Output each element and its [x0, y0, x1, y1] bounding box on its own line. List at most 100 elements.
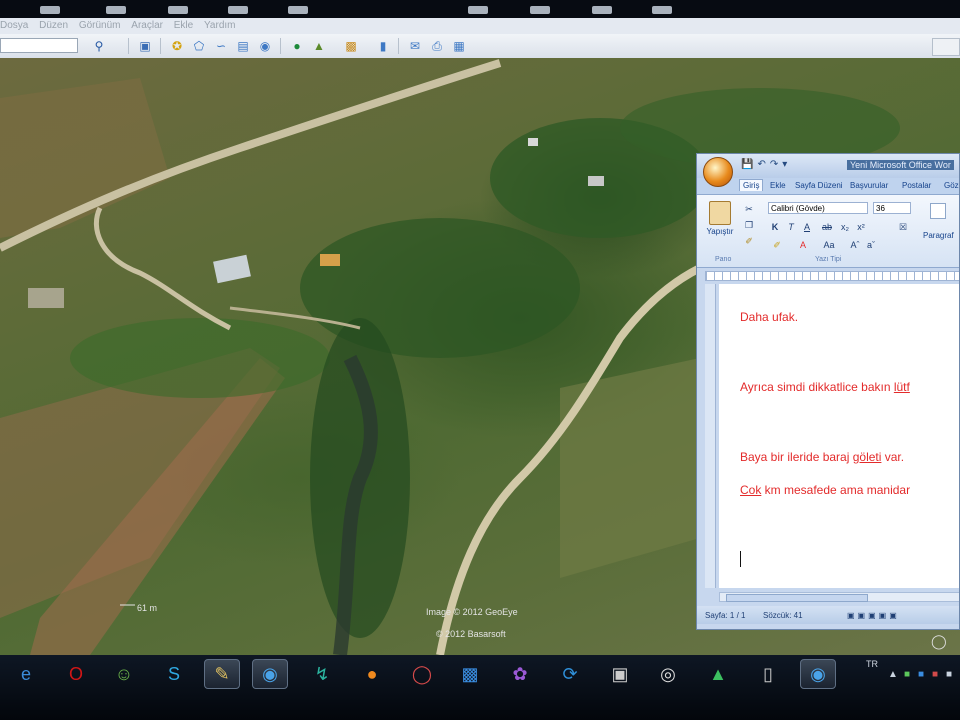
messenger-icon[interactable]: ☺: [106, 659, 142, 689]
phone-icon[interactable]: ▯: [750, 659, 786, 689]
word-titlebar[interactable]: 💾↶↷▾ Yeni Microsoft Office Wor: [697, 154, 959, 178]
vertical-ruler[interactable]: [705, 284, 716, 588]
misspelled-word: lütf: [893, 380, 910, 394]
planets-icon[interactable]: ▩: [342, 37, 360, 55]
record-tour-icon[interactable]: ◉: [256, 37, 274, 55]
window-tab[interactable]: [228, 6, 248, 14]
toolbar-right-button[interactable]: [932, 38, 960, 56]
tab-mailings[interactable]: Postalar: [899, 180, 934, 191]
window-tab[interactable]: [106, 6, 126, 14]
tray-arrow-icon[interactable]: ▲: [888, 669, 898, 680]
superscript-button[interactable]: x²: [855, 221, 867, 233]
earth-icon[interactable]: ●: [288, 37, 306, 55]
tab-review[interactable]: Gözden: [941, 180, 959, 191]
sun-icon[interactable]: ▲: [310, 37, 328, 55]
font-name-select[interactable]: Calibri (Gövde): [768, 202, 868, 214]
email-icon[interactable]: ✉: [406, 37, 424, 55]
chrome-icon[interactable]: ◎: [650, 659, 686, 689]
menu-item-view[interactable]: Görünüm: [79, 20, 121, 31]
tray-language[interactable]: TR: [866, 659, 878, 669]
tab-references[interactable]: Başvurular: [847, 180, 891, 191]
menu-item-add[interactable]: Ekle: [174, 20, 193, 31]
print-icon[interactable]: ⎙: [428, 37, 446, 55]
record-icon[interactable]: ◯: [404, 659, 440, 689]
teamviewer-icon[interactable]: ▩: [452, 659, 488, 689]
sync-icon[interactable]: ⟳: [552, 659, 588, 689]
strikethrough-button[interactable]: ab: [821, 221, 833, 233]
tray-app-icon[interactable]: ■: [918, 669, 924, 680]
window-tab[interactable]: [288, 6, 308, 14]
spiral-icon[interactable]: ✿: [502, 659, 538, 689]
tray-app-icon[interactable]: ■: [946, 669, 952, 680]
orange-app-icon[interactable]: ●: [354, 659, 390, 689]
google-earth-icon[interactable]: ◉: [800, 659, 836, 689]
tab-insert[interactable]: Ekle: [767, 180, 789, 191]
font-color-icon[interactable]: A: [797, 239, 809, 251]
map-field: [560, 358, 700, 578]
shrink-font-icon[interactable]: aˇ: [865, 239, 877, 251]
clear-format-icon[interactable]: ☒: [897, 221, 909, 233]
polygon-icon[interactable]: ⬠: [190, 37, 208, 55]
maps-icon[interactable]: ▦: [450, 37, 468, 55]
opera-icon[interactable]: O: [58, 659, 94, 689]
paragraph-button[interactable]: Paragraf: [923, 203, 954, 245]
tab-page-layout[interactable]: Sayfa Düzeni: [792, 180, 846, 191]
tray-app-icon[interactable]: ■: [932, 669, 938, 680]
office-button-icon[interactable]: [703, 157, 733, 187]
document-line: Cok km mesafede ama manidar: [740, 483, 910, 497]
horizontal-scrollbar[interactable]: [719, 592, 959, 602]
status-word-count[interactable]: Sözcük: 41: [763, 611, 803, 620]
window-tab[interactable]: [168, 6, 188, 14]
subscript-button[interactable]: x₂: [839, 221, 851, 233]
font-size-select[interactable]: 36: [873, 202, 911, 214]
document-line: Ayrıca simdi dikkatlice bakın lütf: [740, 380, 910, 394]
grow-font-icon[interactable]: Aˆ: [849, 239, 861, 251]
window-tab[interactable]: [468, 6, 488, 14]
view-buttons-icon[interactable]: ▣▣▣▣▣: [847, 611, 900, 620]
change-case-icon[interactable]: Aa: [823, 239, 835, 251]
navigation-ring-icon[interactable]: ◯: [931, 633, 951, 649]
skype-icon[interactable]: S: [156, 659, 192, 689]
underline-button[interactable]: A: [801, 221, 813, 233]
triangle-app-icon[interactable]: ▲: [700, 659, 736, 689]
menu-item-tools[interactable]: Araçlar: [131, 20, 163, 31]
window-tab[interactable]: [652, 6, 672, 14]
word-window[interactable]: 💾↶↷▾ Yeni Microsoft Office Wor Giriş Ekl…: [696, 153, 960, 630]
text-highlight-icon[interactable]: ✐: [771, 239, 783, 251]
document-text: Baya bir ileride baraj: [740, 450, 853, 464]
tool-icon[interactable]: ✎: [204, 659, 240, 689]
google-earth-active-icon[interactable]: ◉: [252, 659, 288, 689]
ruler-icon[interactable]: ▮: [374, 37, 392, 55]
tab-home[interactable]: Giriş: [739, 179, 764, 191]
scrollbar-thumb[interactable]: [726, 594, 868, 602]
menu-bar: Dosya Düzen Görünüm Araçlar Ekle Yardım: [0, 18, 960, 34]
status-page-count[interactable]: Sayfa: 1 / 1: [705, 611, 745, 620]
search-icon[interactable]: ⚲: [90, 37, 108, 55]
copy-icon[interactable]: ❐: [743, 219, 755, 231]
quick-access-toolbar[interactable]: 💾↶↷▾: [741, 159, 791, 170]
placemark-icon[interactable]: ✪: [168, 37, 186, 55]
menu-item-file[interactable]: Dosya: [0, 20, 28, 31]
window-tab[interactable]: [592, 6, 612, 14]
document-text: var.: [881, 450, 905, 464]
cut-icon[interactable]: ✂: [743, 203, 755, 215]
path-icon[interactable]: ∽: [212, 37, 230, 55]
toolbar-divider: [128, 38, 129, 54]
window-tab[interactable]: [530, 6, 550, 14]
document-page[interactable]: Daha ufak. Ayrıca simdi dikkatlice bakın…: [719, 284, 959, 588]
paste-button[interactable]: Yapıştır: [705, 201, 735, 241]
image-overlay-icon[interactable]: ▤: [234, 37, 252, 55]
horizontal-ruler[interactable]: [705, 271, 959, 281]
italic-button[interactable]: T: [785, 221, 797, 233]
camera-icon[interactable]: ▣: [602, 659, 638, 689]
sidebar-icon[interactable]: ▣: [136, 37, 154, 55]
media-icon[interactable]: ↯: [304, 659, 340, 689]
window-tab[interactable]: [40, 6, 60, 14]
tray-app-icon[interactable]: ■: [904, 669, 910, 680]
menu-item-help[interactable]: Yardım: [204, 20, 236, 31]
format-painter-icon[interactable]: ✐: [743, 235, 755, 247]
internet-explorer-icon[interactable]: e: [8, 659, 44, 689]
menu-item-edit[interactable]: Düzen: [39, 20, 68, 31]
bold-button[interactable]: K: [769, 221, 781, 233]
search-input[interactable]: [0, 38, 78, 53]
